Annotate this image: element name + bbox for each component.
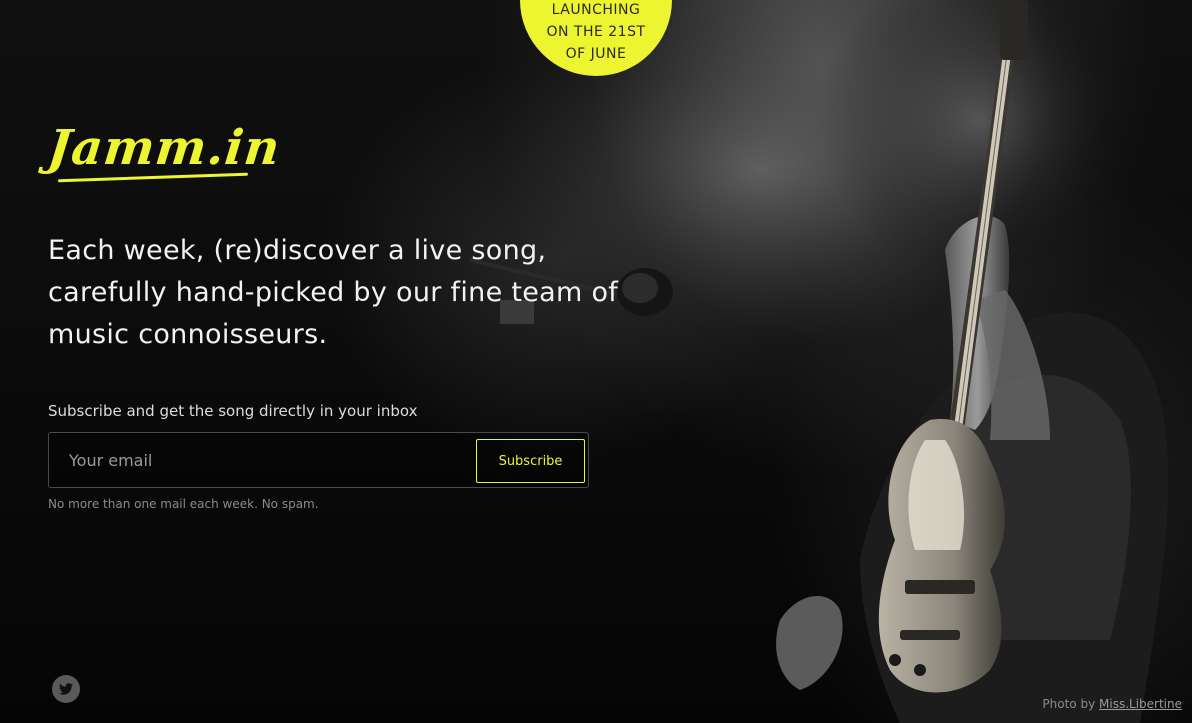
photo-credit: Photo by Miss.Libertine — [1042, 697, 1182, 711]
headline: Each week, (re)discover a live song, car… — [48, 230, 619, 356]
headline-line: Each week, (re)discover a live song, — [48, 235, 547, 266]
twitter-icon — [59, 683, 73, 695]
headline-line: carefully hand-picked by our fine team o… — [48, 277, 619, 308]
site-logo[interactable]: Jamm.in — [45, 120, 283, 176]
background-photo — [460, 0, 1169, 723]
subscribe-note: No more than one mail each week. No spam… — [48, 497, 319, 511]
photo-credit-prefix: Photo by — [1042, 697, 1096, 711]
subscribe-label: Subscribe and get the song directly in y… — [48, 402, 418, 420]
twitter-button[interactable] — [52, 675, 80, 703]
subscribe-form: Subscribe — [48, 432, 589, 488]
subscribe-button[interactable]: Subscribe — [476, 439, 585, 483]
badge-line: LAUNCHING — [551, 2, 641, 18]
headline-line: music connoisseurs. — [48, 319, 328, 350]
badge-line: OF JUNE — [565, 46, 627, 62]
launch-badge: LAUNCHING ON THE 21ST OF JUNE — [520, 0, 672, 76]
photo-credit-author-link[interactable]: Miss.Libertine — [1099, 697, 1182, 711]
email-input[interactable] — [49, 433, 469, 487]
launch-badge-text: LAUNCHING ON THE 21ST OF JUNE — [536, 0, 656, 76]
badge-line: ON THE 21ST — [546, 24, 646, 40]
landing-page: LAUNCHING ON THE 21ST OF JUNE Jamm.in Ea… — [0, 0, 1192, 723]
